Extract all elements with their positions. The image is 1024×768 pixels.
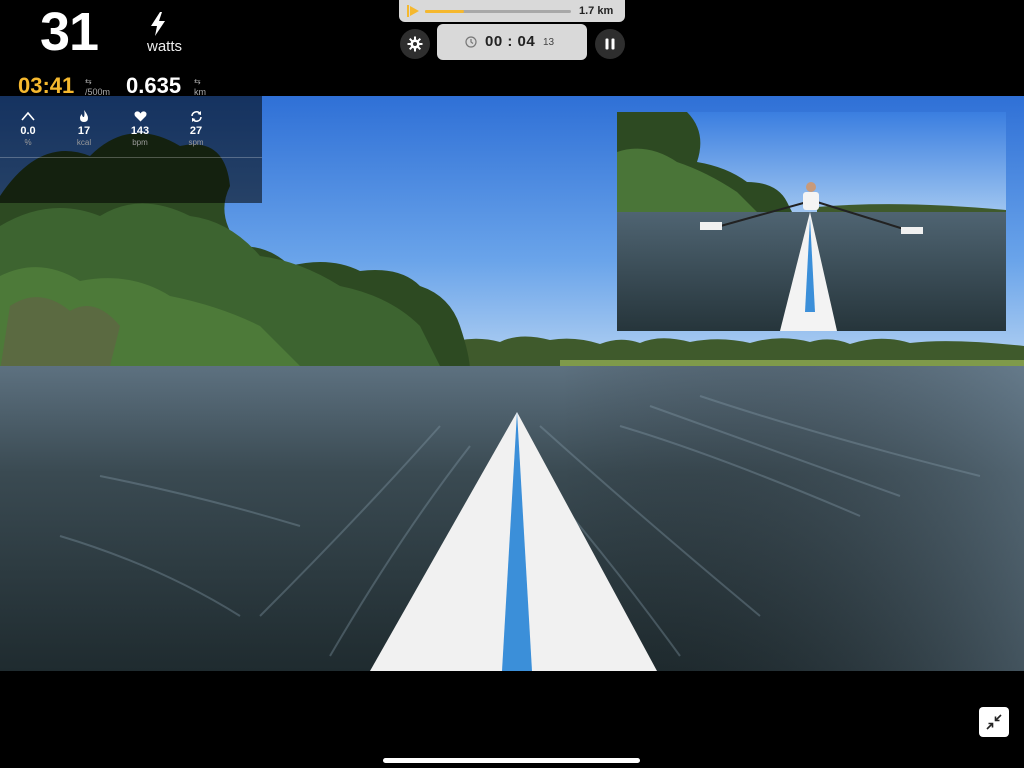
divider: [0, 157, 262, 158]
home-indicator[interactable]: [383, 758, 640, 763]
picture-in-picture-video[interactable]: [617, 112, 1006, 331]
power-unit: watts: [147, 38, 183, 55]
split-unit: ⇆ /500m: [85, 77, 110, 97]
metric-heart-rate: 143 bpm: [120, 110, 160, 147]
swap-icon: ⇆: [194, 77, 201, 86]
total-distance-label: 1.7 km: [579, 5, 614, 17]
stroke-rate-unit: spm: [188, 138, 204, 147]
distance-progress: 1.7 km: [399, 0, 625, 22]
distance-unit: ⇆ km: [194, 77, 206, 97]
play-flag-icon: [407, 5, 419, 17]
lightning-icon: [151, 12, 165, 36]
timer-hours-minutes: 00 : 04: [485, 33, 536, 50]
stroke-rate-value: 27: [189, 125, 203, 137]
flame-icon: [80, 110, 88, 122]
settings-button[interactable]: [400, 29, 430, 59]
heart-icon: [134, 111, 146, 122]
swap-icon: ⇆: [85, 77, 92, 86]
metric-incline: 0.0 %: [8, 110, 48, 147]
incline-unit: %: [24, 138, 32, 147]
calories-unit: kcal: [76, 138, 92, 147]
timer-centiseconds: 13: [543, 37, 555, 48]
gear-icon: [407, 36, 423, 52]
progress-track: [425, 10, 571, 13]
progress-fill: [425, 10, 465, 13]
clock-icon: [465, 36, 477, 48]
pause-button[interactable]: [595, 29, 625, 59]
calories-value: 17: [77, 125, 91, 137]
metric-calories: 17 kcal: [64, 110, 104, 147]
heart-rate-value: 143: [130, 125, 150, 137]
power-value: 31: [40, 2, 99, 62]
refresh-icon: [190, 111, 202, 122]
pause-icon: [605, 38, 615, 50]
heart-rate-unit: bpm: [132, 138, 148, 147]
elapsed-timer: 00 : 04 13: [437, 24, 587, 60]
incline-icon: [21, 111, 35, 121]
incline-value: 0.0: [20, 125, 36, 137]
metric-stroke-rate: 27 spm: [176, 110, 216, 147]
minimize-arrows-icon: [986, 714, 1002, 730]
exit-fullscreen-button[interactable]: [979, 707, 1009, 737]
